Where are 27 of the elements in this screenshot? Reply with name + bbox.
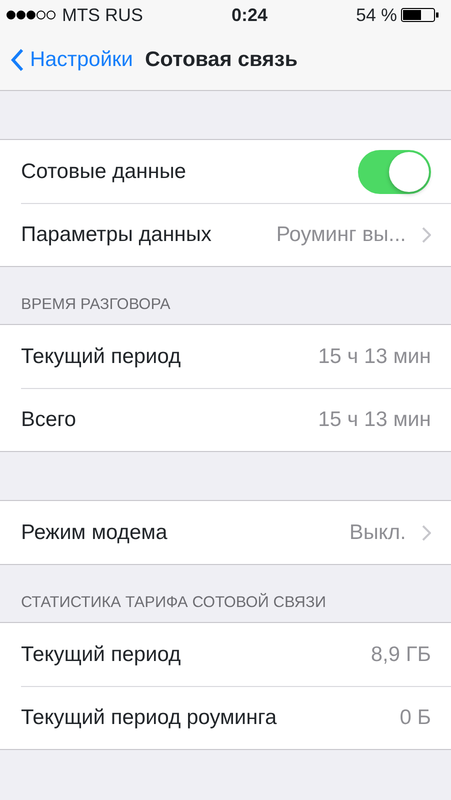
section-header: СТАТИСТИКА ТАРИФА СОТОВОЙ СВЯЗИ: [20, 592, 327, 613]
clock-time: 0:24: [231, 4, 268, 26]
settings-row[interactable]: Параметры данных Роуминг вы...: [21, 203, 451, 266]
chevron-right-icon: [422, 227, 431, 243]
row-label: Текущий период: [21, 642, 181, 668]
row-value: Выкл.: [349, 520, 406, 546]
screen-title: Сотовая связь: [144, 47, 298, 74]
battery-icon: [401, 8, 439, 22]
row-value: 0 Б: [400, 705, 431, 732]
chevron-left-icon: [10, 48, 24, 72]
section-header: ВРЕМЯ РАЗГОВОРА: [20, 294, 172, 315]
battery-percent: 54 %: [356, 4, 397, 26]
carrier-name: MTS RUS: [62, 4, 143, 26]
row-label: Сотовые данные: [21, 158, 186, 185]
row-label: Текущий период: [21, 344, 181, 370]
row-value: Роуминг вы...: [276, 222, 406, 248]
row-label: Текущий период роуминга: [21, 705, 277, 732]
row-value: 15 ч 13 мин: [318, 407, 431, 434]
back-button[interactable]: Настройки: [10, 44, 133, 76]
chevron-right-icon: [422, 524, 431, 540]
row-value: 15 ч 13 мин: [318, 344, 431, 370]
row-label: Режим модема: [21, 520, 168, 546]
signal-icon: [6, 10, 58, 20]
toggle-switch[interactable]: [358, 150, 431, 194]
row-value: 8,9 ГБ: [370, 642, 431, 668]
row-label: Всего: [21, 407, 76, 434]
row-label: Параметры данных: [21, 222, 212, 248]
